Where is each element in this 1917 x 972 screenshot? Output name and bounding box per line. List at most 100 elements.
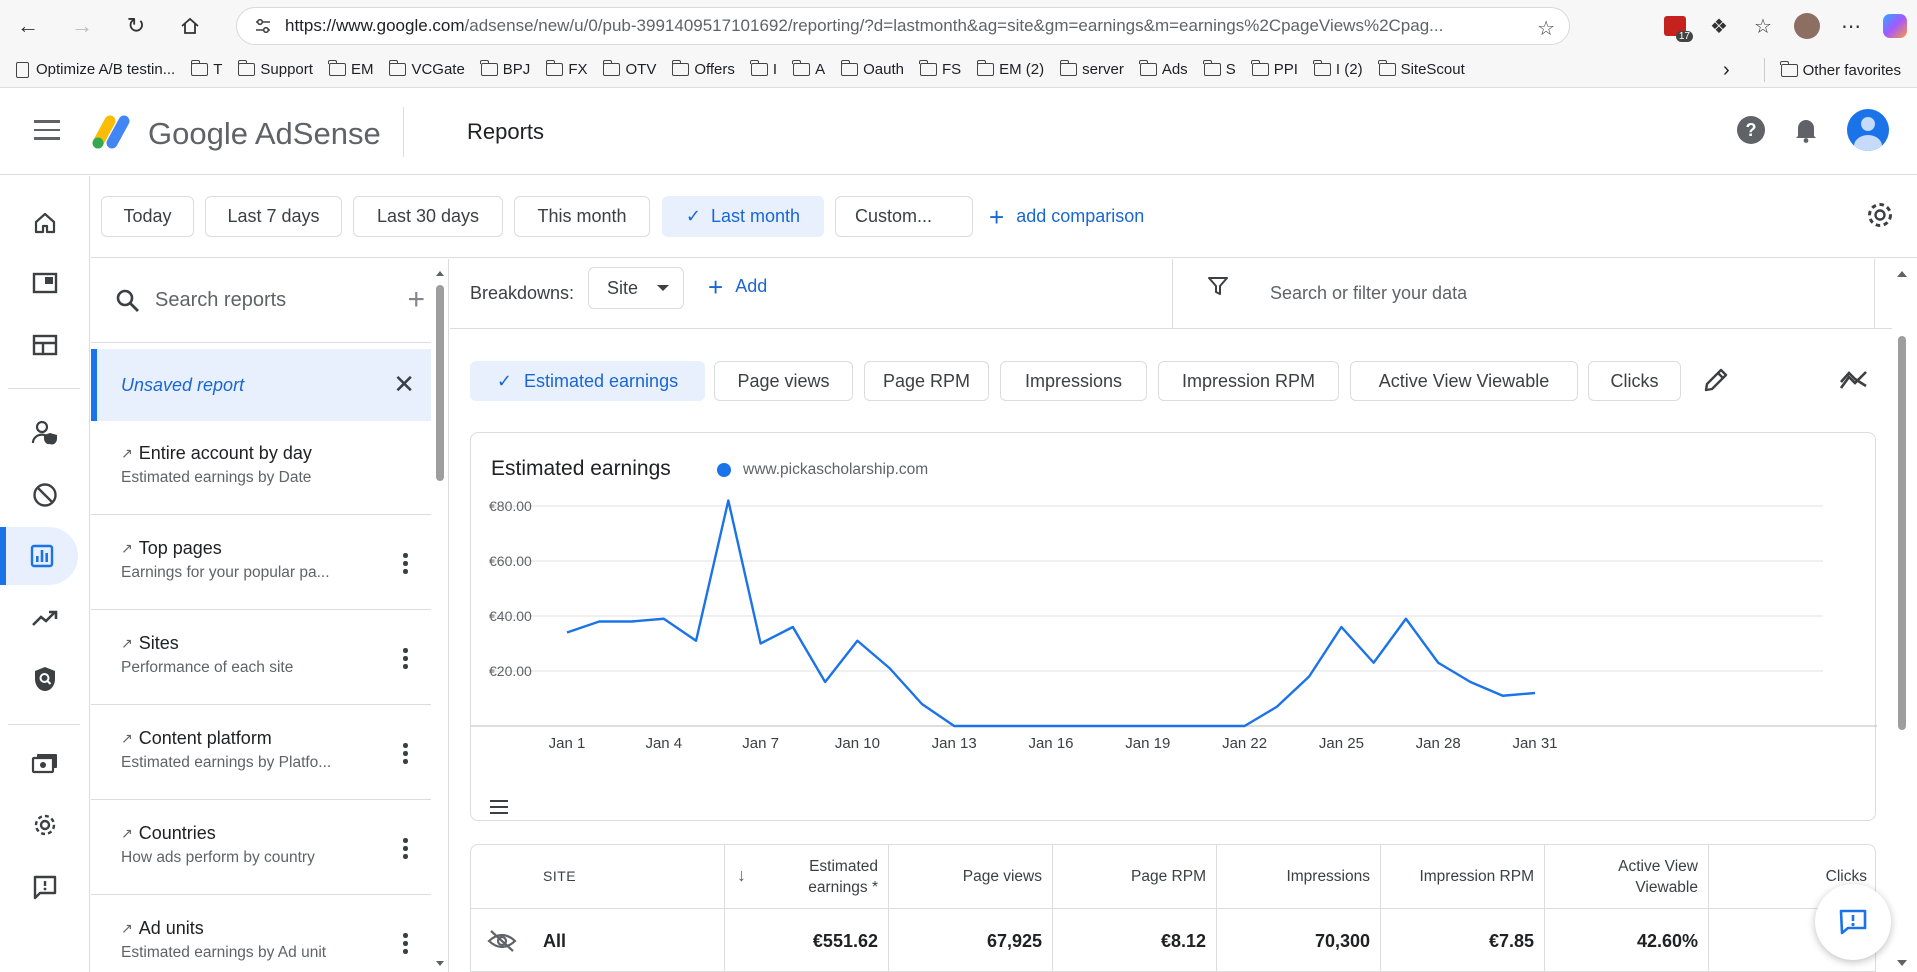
add-breakdown-button[interactable]: + Add (708, 274, 767, 300)
bookmark-folder[interactable]: Support (230, 55, 321, 85)
extensions-puzzle-icon[interactable]: ❖ (1697, 8, 1741, 44)
report-list-item[interactable]: ↗ Top pages Earnings for your popular pa.… (91, 516, 431, 610)
date-chip-last-month[interactable]: ✓ Last month (662, 196, 824, 237)
date-chip-last-30-days[interactable]: Last 30 days (353, 196, 503, 237)
table-header-impression-rpm[interactable]: Impression RPM (1381, 845, 1545, 909)
table-header-site[interactable]: SITE (471, 845, 725, 909)
report-list-item[interactable]: ↗ Sites Performance of each site (91, 611, 431, 705)
table-row-site[interactable]: All (471, 909, 725, 971)
account-avatar[interactable] (1847, 109, 1889, 151)
table-header-page-rpm[interactable]: Page RPM (1053, 845, 1217, 909)
scroll-up-arrow-icon[interactable] (435, 268, 445, 278)
date-chip-this-month[interactable]: This month (514, 196, 650, 237)
unsaved-report-item[interactable]: Unsaved report ✕ (91, 349, 431, 421)
privacy-messaging-nav-icon[interactable] (0, 404, 90, 462)
bookmark-folder[interactable]: BPJ (473, 55, 539, 85)
feedback-chat-button[interactable] (1815, 884, 1891, 960)
bookmark-folder[interactable]: EM (2) (969, 55, 1052, 85)
bookmark-item[interactable]: Optimize A/B testin... (8, 55, 183, 85)
report-list-item[interactable]: ↗ Content platform Estimated earnings by … (91, 706, 431, 800)
chart-table-toggle-icon[interactable] (489, 799, 509, 815)
optimization-nav-icon[interactable] (0, 589, 90, 647)
metric-chip-page-rpm[interactable]: Page RPM (864, 361, 989, 401)
scroll-down-arrow-icon[interactable] (435, 959, 445, 969)
bookmark-folder[interactable]: Oauth (833, 55, 912, 85)
more-menu-icon[interactable]: ⋯ (1829, 8, 1873, 44)
forward-icon[interactable]: → (62, 6, 102, 46)
blocking-controls-nav-icon[interactable] (0, 466, 90, 524)
copilot-icon[interactable] (1873, 8, 1917, 44)
brand-safety-nav-icon[interactable] (0, 650, 90, 708)
bookmark-folder[interactable]: Ads (1132, 55, 1196, 85)
more-options-icon[interactable] (403, 933, 408, 957)
search-reports-box[interactable]: Search reports + (91, 259, 431, 343)
breakdown-site-dropdown[interactable]: Site (588, 267, 684, 309)
date-chip-today[interactable]: Today (101, 196, 194, 237)
main-menu-icon[interactable] (34, 120, 60, 140)
metric-chip-page-views[interactable]: Page views (714, 361, 853, 401)
close-icon[interactable]: ✕ (393, 371, 415, 397)
profile-photo-icon[interactable] (1785, 8, 1829, 44)
filter-icon[interactable] (1206, 274, 1230, 298)
scroll-up-arrow-icon[interactable] (1895, 269, 1909, 279)
chart-type-trend-icon[interactable] (1839, 368, 1869, 392)
scroll-down-arrow-icon[interactable] (1895, 958, 1909, 968)
reports-nav-icon[interactable] (0, 527, 78, 585)
earnings-line-chart[interactable]: €20.00 €40.00 €60.00 €80.00 Jan 1 Jan 4 Jan 7 J… (471, 433, 1877, 822)
report-list-item[interactable]: ↗ Entire account by day Estimated earning… (91, 421, 431, 515)
bookmark-folder[interactable]: I (743, 55, 785, 85)
scrollbar-thumb[interactable] (1898, 336, 1906, 730)
payments-nav-icon[interactable] (0, 734, 90, 792)
home-nav-icon[interactable] (0, 194, 90, 252)
bookmarks-overflow-chevron-icon[interactable]: › (1715, 55, 1738, 85)
report-list-item[interactable]: ↗ Countries How ads perform by country (91, 801, 431, 895)
date-chip-custom[interactable]: Custom... (835, 196, 973, 237)
feedback-nav-icon[interactable] (0, 858, 90, 916)
more-options-icon[interactable] (403, 553, 408, 577)
sites-nav-icon[interactable] (0, 254, 90, 312)
hide-row-eye-off-icon[interactable] (487, 929, 517, 953)
bookmark-folder[interactable]: OTV (595, 55, 664, 85)
site-info-icon[interactable] (251, 14, 275, 38)
report-settings-gear-icon[interactable] (1865, 200, 1895, 235)
bookmark-folder[interactable]: FS (912, 55, 969, 85)
bookmark-folder[interactable]: PPI (1244, 55, 1306, 85)
table-header-active-view[interactable]: Active View Viewable (1545, 845, 1709, 909)
scrollbar-thumb[interactable] (436, 285, 444, 481)
back-icon[interactable]: ← (8, 6, 48, 46)
report-list-item[interactable]: ↗ Ad units Estimated earnings by Ad unit (91, 896, 431, 972)
settings-nav-icon[interactable] (0, 796, 90, 854)
address-bar[interactable]: https://www.google.com/adsense/new/u/0/p… (236, 7, 1570, 45)
bookmark-folder[interactable]: EM (321, 55, 382, 85)
add-comparison-button[interactable]: + add comparison (989, 204, 1144, 230)
bookmark-folder[interactable]: VCGate (381, 55, 472, 85)
help-icon[interactable]: ? (1737, 116, 1765, 144)
table-header-estimated-earnings[interactable]: ↓ Estimated earnings * (725, 845, 889, 909)
bookmark-folder[interactable]: A (785, 55, 833, 85)
filter-data-input[interactable]: Search or filter your data (1270, 283, 1467, 304)
date-chip-last-7-days[interactable]: Last 7 days (205, 196, 342, 237)
bookmark-folder[interactable]: SiteScout (1371, 55, 1473, 85)
edit-metrics-pencil-icon[interactable] (1702, 366, 1730, 394)
other-favorites-folder[interactable]: Other favorites (1773, 55, 1909, 85)
reports-scrollbar[interactable] (435, 265, 445, 966)
metric-chip-impression-rpm[interactable]: Impression RPM (1158, 361, 1339, 401)
bookmark-folder[interactable]: S (1196, 55, 1244, 85)
reload-icon[interactable]: ↻ (116, 6, 156, 46)
more-options-icon[interactable] (403, 743, 408, 767)
sort-descending-icon[interactable]: ↓ (737, 865, 746, 886)
bookmark-folder[interactable]: server (1052, 55, 1132, 85)
new-report-plus-icon[interactable]: + (407, 285, 425, 315)
home-icon[interactable] (170, 6, 210, 46)
bookmark-folder[interactable]: Offers (664, 55, 743, 85)
main-scrollbar[interactable] (1895, 266, 1909, 972)
metric-chip-estimated-earnings[interactable]: ✓ Estimated earnings (470, 361, 705, 401)
table-header-impressions[interactable]: Impressions (1217, 845, 1381, 909)
metric-chip-impressions[interactable]: Impressions (1000, 361, 1147, 401)
bookmark-folder[interactable]: I (2) (1306, 55, 1371, 85)
more-options-icon[interactable] (403, 838, 408, 862)
metric-chip-clicks[interactable]: Clicks (1588, 361, 1681, 401)
favorite-star-icon[interactable]: ☆ (1537, 16, 1555, 41)
favorites-icon[interactable]: ☆ (1741, 8, 1785, 44)
extension-badge-icon[interactable]: 17 (1653, 8, 1697, 44)
